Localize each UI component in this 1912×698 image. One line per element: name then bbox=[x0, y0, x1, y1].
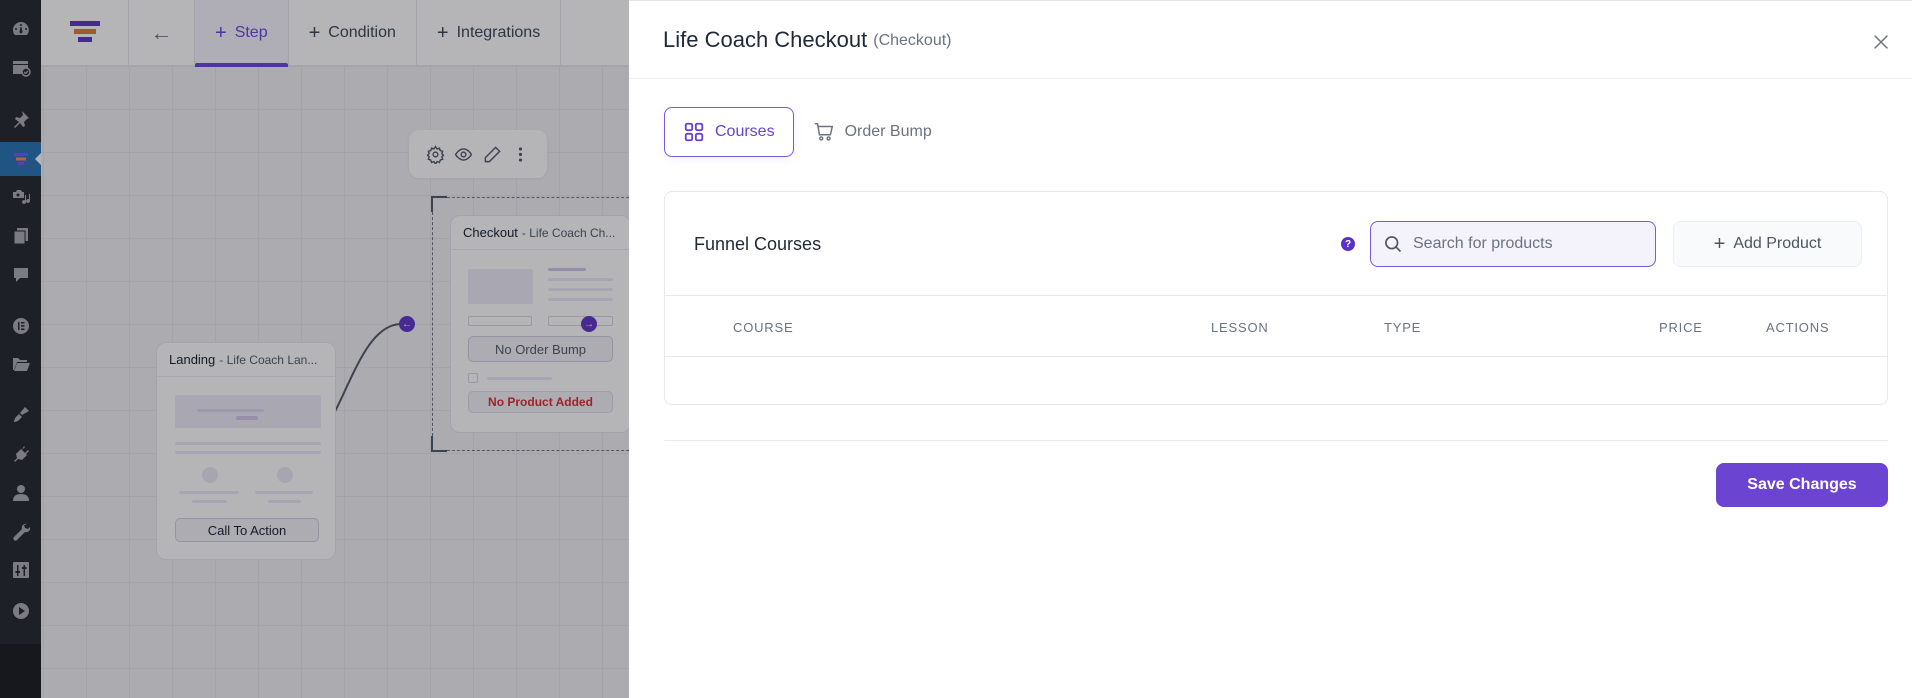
panel-header: Life Coach Checkout (Checkout) bbox=[629, 1, 1912, 79]
connector-in-handle-icon[interactable]: ← bbox=[399, 316, 415, 332]
folder-icon[interactable] bbox=[0, 349, 41, 379]
connector-out-handle-icon[interactable]: → bbox=[581, 316, 597, 332]
plus-icon: + bbox=[215, 21, 227, 44]
settings-icon[interactable] bbox=[0, 555, 41, 585]
placeholder-line bbox=[175, 451, 321, 454]
pin-icon[interactable] bbox=[0, 104, 41, 134]
more-vertical-icon[interactable] bbox=[511, 145, 530, 164]
image-placeholder-icon bbox=[468, 269, 533, 304]
node-toolbar bbox=[409, 130, 547, 178]
dashboard-icon[interactable] bbox=[0, 14, 41, 44]
column-course[interactable]: COURSE bbox=[733, 320, 793, 335]
tab-integrations[interactable]: + Integrations bbox=[417, 0, 562, 66]
wp-admin-sidebar bbox=[0, 0, 41, 698]
comments-icon[interactable] bbox=[0, 260, 41, 290]
site-check-icon[interactable] bbox=[0, 53, 41, 83]
placeholder-line bbox=[548, 298, 613, 301]
placeholder-line bbox=[548, 268, 586, 271]
node-name: - Life Coach Ch... bbox=[521, 225, 616, 240]
funnel-canvas[interactable]: ← + Step + Condition + Integrations Land… bbox=[41, 0, 650, 698]
column-price[interactable]: PRICE bbox=[1659, 320, 1703, 335]
placeholder-line bbox=[487, 377, 552, 380]
field-placeholder bbox=[468, 316, 532, 326]
checkout-step-node[interactable]: Checkout - Life Coach Ch... No Order Bum… bbox=[450, 215, 631, 433]
back-arrow-icon[interactable]: ← bbox=[129, 0, 195, 66]
placeholder-line bbox=[179, 491, 239, 494]
star-placeholder-icon bbox=[202, 467, 218, 483]
funnel-icon[interactable] bbox=[0, 142, 41, 176]
node-header: Landing - Life Coach Lan... bbox=[157, 343, 335, 377]
placeholder-line bbox=[548, 278, 613, 281]
add-product-label: Add Product bbox=[1733, 235, 1822, 252]
search-icon bbox=[1385, 236, 1402, 253]
tab-courses-label: Courses bbox=[715, 123, 775, 140]
users-icon[interactable] bbox=[0, 478, 41, 508]
search-input[interactable] bbox=[1413, 235, 1643, 253]
plus-icon: + bbox=[436, 21, 449, 44]
media-icon[interactable] bbox=[0, 182, 41, 212]
column-lesson[interactable]: LESSON bbox=[1211, 320, 1269, 335]
tab-step-label: Step bbox=[234, 24, 268, 41]
tab-condition-label: Condition bbox=[328, 24, 396, 41]
panel-subtitle: (Checkout) bbox=[873, 32, 952, 49]
tab-order-bump[interactable]: Order Bump bbox=[806, 107, 951, 157]
grid-icon bbox=[684, 122, 704, 142]
selection-corner bbox=[431, 196, 447, 212]
column-type[interactable]: TYPE bbox=[1384, 320, 1421, 335]
placeholder-line bbox=[255, 491, 313, 494]
tools-icon[interactable] bbox=[0, 517, 41, 547]
tab-step[interactable]: + Step bbox=[195, 0, 289, 67]
placeholder-line bbox=[175, 442, 321, 445]
funnel-logo-icon bbox=[41, 0, 129, 66]
landing-step-node[interactable]: Landing - Life Coach Lan... Call To Acti… bbox=[156, 342, 336, 560]
save-changes-button[interactable]: Save Changes bbox=[1716, 463, 1888, 507]
plus-icon: + bbox=[1713, 232, 1726, 255]
checkbox-placeholder bbox=[468, 373, 478, 383]
funnel-courses-card: Funnel Courses ? + Add Product COURSE LE… bbox=[664, 191, 1888, 405]
product-search[interactable] bbox=[1370, 221, 1656, 267]
close-icon[interactable] bbox=[1870, 31, 1892, 53]
sidebar-footer bbox=[0, 644, 41, 698]
help-icon[interactable]: ? bbox=[1341, 237, 1355, 251]
panel-title: Life Coach Checkout bbox=[663, 26, 868, 52]
no-product-warning: No Product Added bbox=[468, 391, 613, 413]
step-settings-panel: Life Coach Checkout (Checkout) Courses O… bbox=[629, 0, 1912, 698]
column-actions[interactable]: ACTIONS bbox=[1766, 320, 1829, 335]
panel-tabs: Courses Order Bump bbox=[664, 107, 951, 157]
elementor-icon[interactable] bbox=[0, 311, 41, 341]
tab-order-bump-label: Order Bump bbox=[844, 123, 932, 140]
placeholder-line bbox=[236, 416, 258, 420]
builder-toolbar: ← + Step + Condition + Integrations bbox=[41, 0, 629, 67]
tab-integrations-label: Integrations bbox=[456, 24, 541, 41]
star-placeholder-icon bbox=[277, 467, 293, 483]
selection-corner bbox=[431, 436, 447, 452]
placeholder-line bbox=[192, 500, 227, 503]
plus-icon: + bbox=[308, 21, 321, 44]
node-header: Checkout - Life Coach Ch... bbox=[451, 216, 630, 250]
tab-courses[interactable]: Courses bbox=[664, 107, 794, 157]
placeholder-line bbox=[197, 409, 264, 412]
add-product-button[interactable]: + Add Product bbox=[1673, 221, 1862, 267]
appearance-icon[interactable] bbox=[0, 400, 41, 430]
node-name: - Life Coach Lan... bbox=[219, 352, 318, 367]
play-icon[interactable] bbox=[0, 596, 41, 626]
tab-condition[interactable]: + Condition bbox=[289, 0, 417, 66]
pencil-icon[interactable] bbox=[483, 145, 502, 164]
eye-icon[interactable] bbox=[454, 145, 473, 164]
placeholder-line bbox=[268, 500, 301, 503]
node-type: Checkout bbox=[463, 225, 518, 240]
card-title: Funnel Courses bbox=[694, 234, 822, 254]
node-type: Landing bbox=[169, 352, 216, 367]
gear-icon[interactable] bbox=[426, 144, 445, 164]
order-bump-placeholder: No Order Bump bbox=[468, 336, 613, 362]
plugins-icon[interactable] bbox=[0, 439, 41, 469]
placeholder-line bbox=[548, 288, 613, 291]
cart-icon bbox=[814, 123, 833, 141]
table-header: COURSE LESSON TYPE PRICE ACTIONS bbox=[665, 295, 1887, 357]
call-to-action-button: Call To Action bbox=[175, 518, 319, 542]
pages-icon[interactable] bbox=[0, 221, 41, 251]
divider bbox=[664, 440, 1888, 441]
